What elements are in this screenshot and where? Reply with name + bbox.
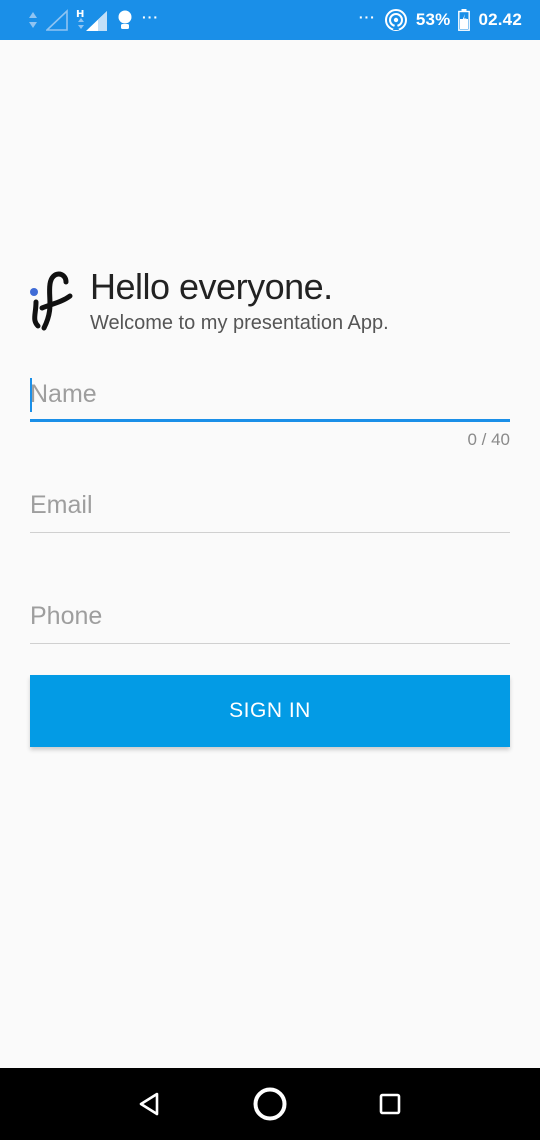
welcome-header: Hello everyone. Welcome to my presentati… xyxy=(28,266,518,338)
status-bar-right: ··· 53% 02.42 xyxy=(359,8,522,32)
more-notifications-dots: ··· xyxy=(142,9,159,25)
clock-time: 02.42 xyxy=(478,10,522,29)
hotspot-icon xyxy=(384,8,408,32)
recents-icon[interactable] xyxy=(360,1074,420,1134)
battery-icon xyxy=(458,9,471,31)
name-char-counter: 0 / 40 xyxy=(467,430,510,449)
notification-icon xyxy=(116,9,134,31)
svg-text:H: H xyxy=(76,9,84,20)
navigation-bar xyxy=(0,1068,540,1140)
text-cursor xyxy=(30,378,32,412)
sign-in-button[interactable]: SIGN IN xyxy=(30,675,510,747)
signal-icon xyxy=(46,9,68,31)
email-field[interactable] xyxy=(30,477,510,533)
app-logo-icon xyxy=(30,271,73,331)
page-subtitle: Welcome to my presentation App. xyxy=(90,312,389,334)
phone-field[interactable] xyxy=(30,588,510,644)
status-bar: H ··· ··· 53% 02.42 xyxy=(0,0,540,40)
email-field-underline xyxy=(30,531,510,533)
name-field[interactable] xyxy=(30,366,510,422)
status-dots: ··· xyxy=(358,9,376,25)
name-field-underline xyxy=(30,419,510,422)
home-icon[interactable] xyxy=(240,1074,300,1134)
phone-input[interactable] xyxy=(30,588,510,644)
email-input[interactable] xyxy=(30,477,510,533)
page-title: Hello everyone. xyxy=(90,266,333,307)
signal-h-icon: H xyxy=(76,8,108,32)
phone-field-underline xyxy=(30,642,510,644)
name-input[interactable] xyxy=(30,366,510,422)
data-arrows-icon xyxy=(28,11,38,29)
battery-percent: 53% xyxy=(415,10,451,29)
status-bar-left: H ··· xyxy=(28,8,159,32)
back-icon[interactable] xyxy=(120,1074,180,1134)
